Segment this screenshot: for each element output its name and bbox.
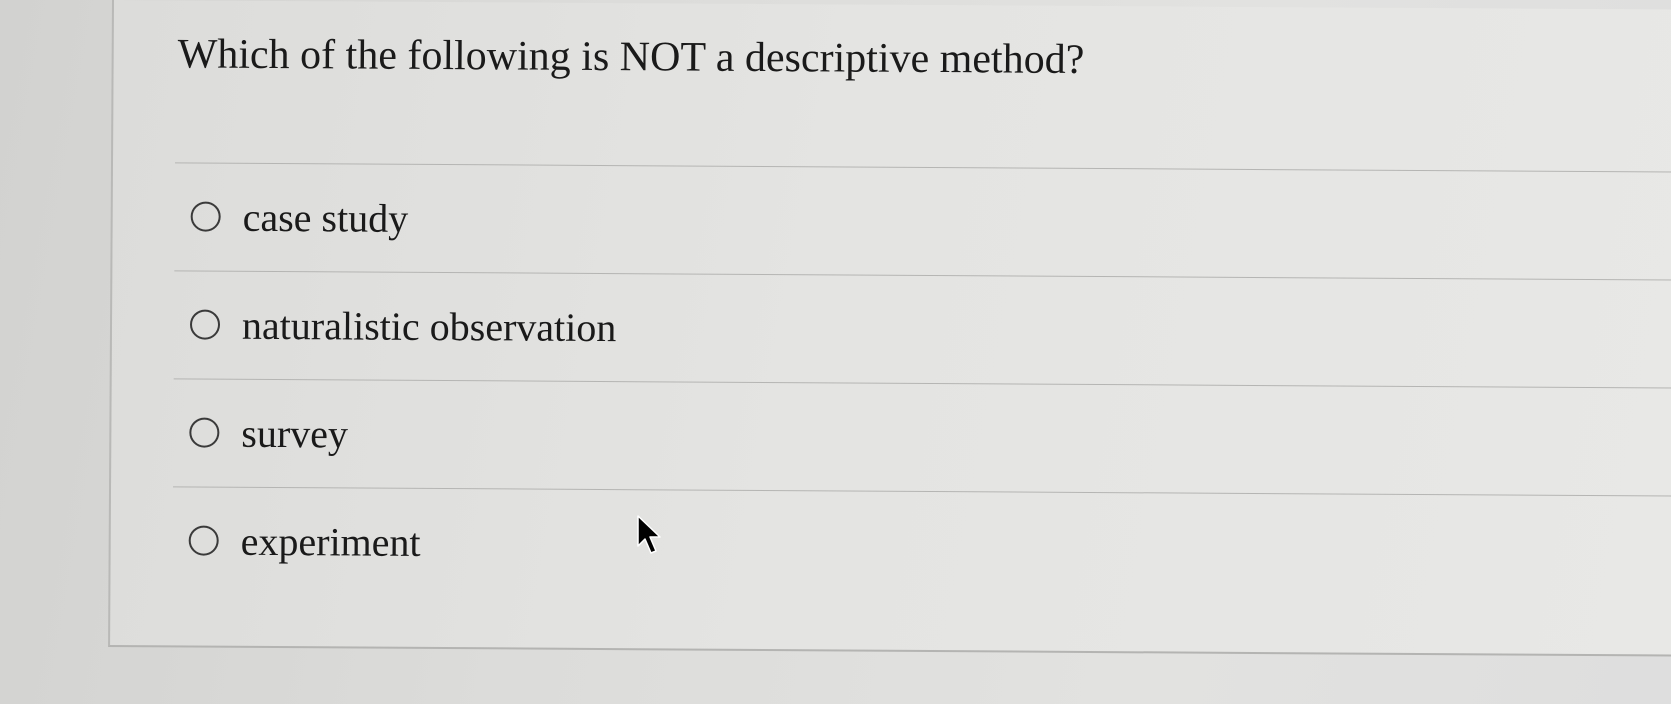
- option-naturalistic-observation[interactable]: naturalistic observation: [189, 294, 617, 357]
- radio-button[interactable]: [190, 201, 221, 232]
- option-label: survey: [241, 410, 349, 456]
- divider: [174, 270, 1671, 281]
- divider: [173, 378, 1671, 389]
- divider: [175, 162, 1671, 173]
- radio-button[interactable]: [189, 309, 221, 340]
- option-label: naturalistic observation: [241, 302, 617, 350]
- option-experiment[interactable]: experiment: [188, 510, 421, 571]
- divider: [173, 486, 1671, 497]
- radio-button[interactable]: [188, 525, 219, 556]
- mouse-pointer-icon: [637, 515, 661, 554]
- question-panel: Which of the following is NOT a descript…: [108, 0, 1671, 657]
- radio-button[interactable]: [189, 417, 220, 448]
- option-label: case study: [242, 194, 409, 241]
- option-label: experiment: [240, 518, 421, 565]
- screen: Which of the following is NOT a descript…: [0, 0, 1671, 704]
- question-text: Which of the following is NOT a descript…: [177, 31, 1085, 83]
- option-survey[interactable]: survey: [189, 402, 348, 463]
- option-case-study[interactable]: case study: [190, 186, 408, 247]
